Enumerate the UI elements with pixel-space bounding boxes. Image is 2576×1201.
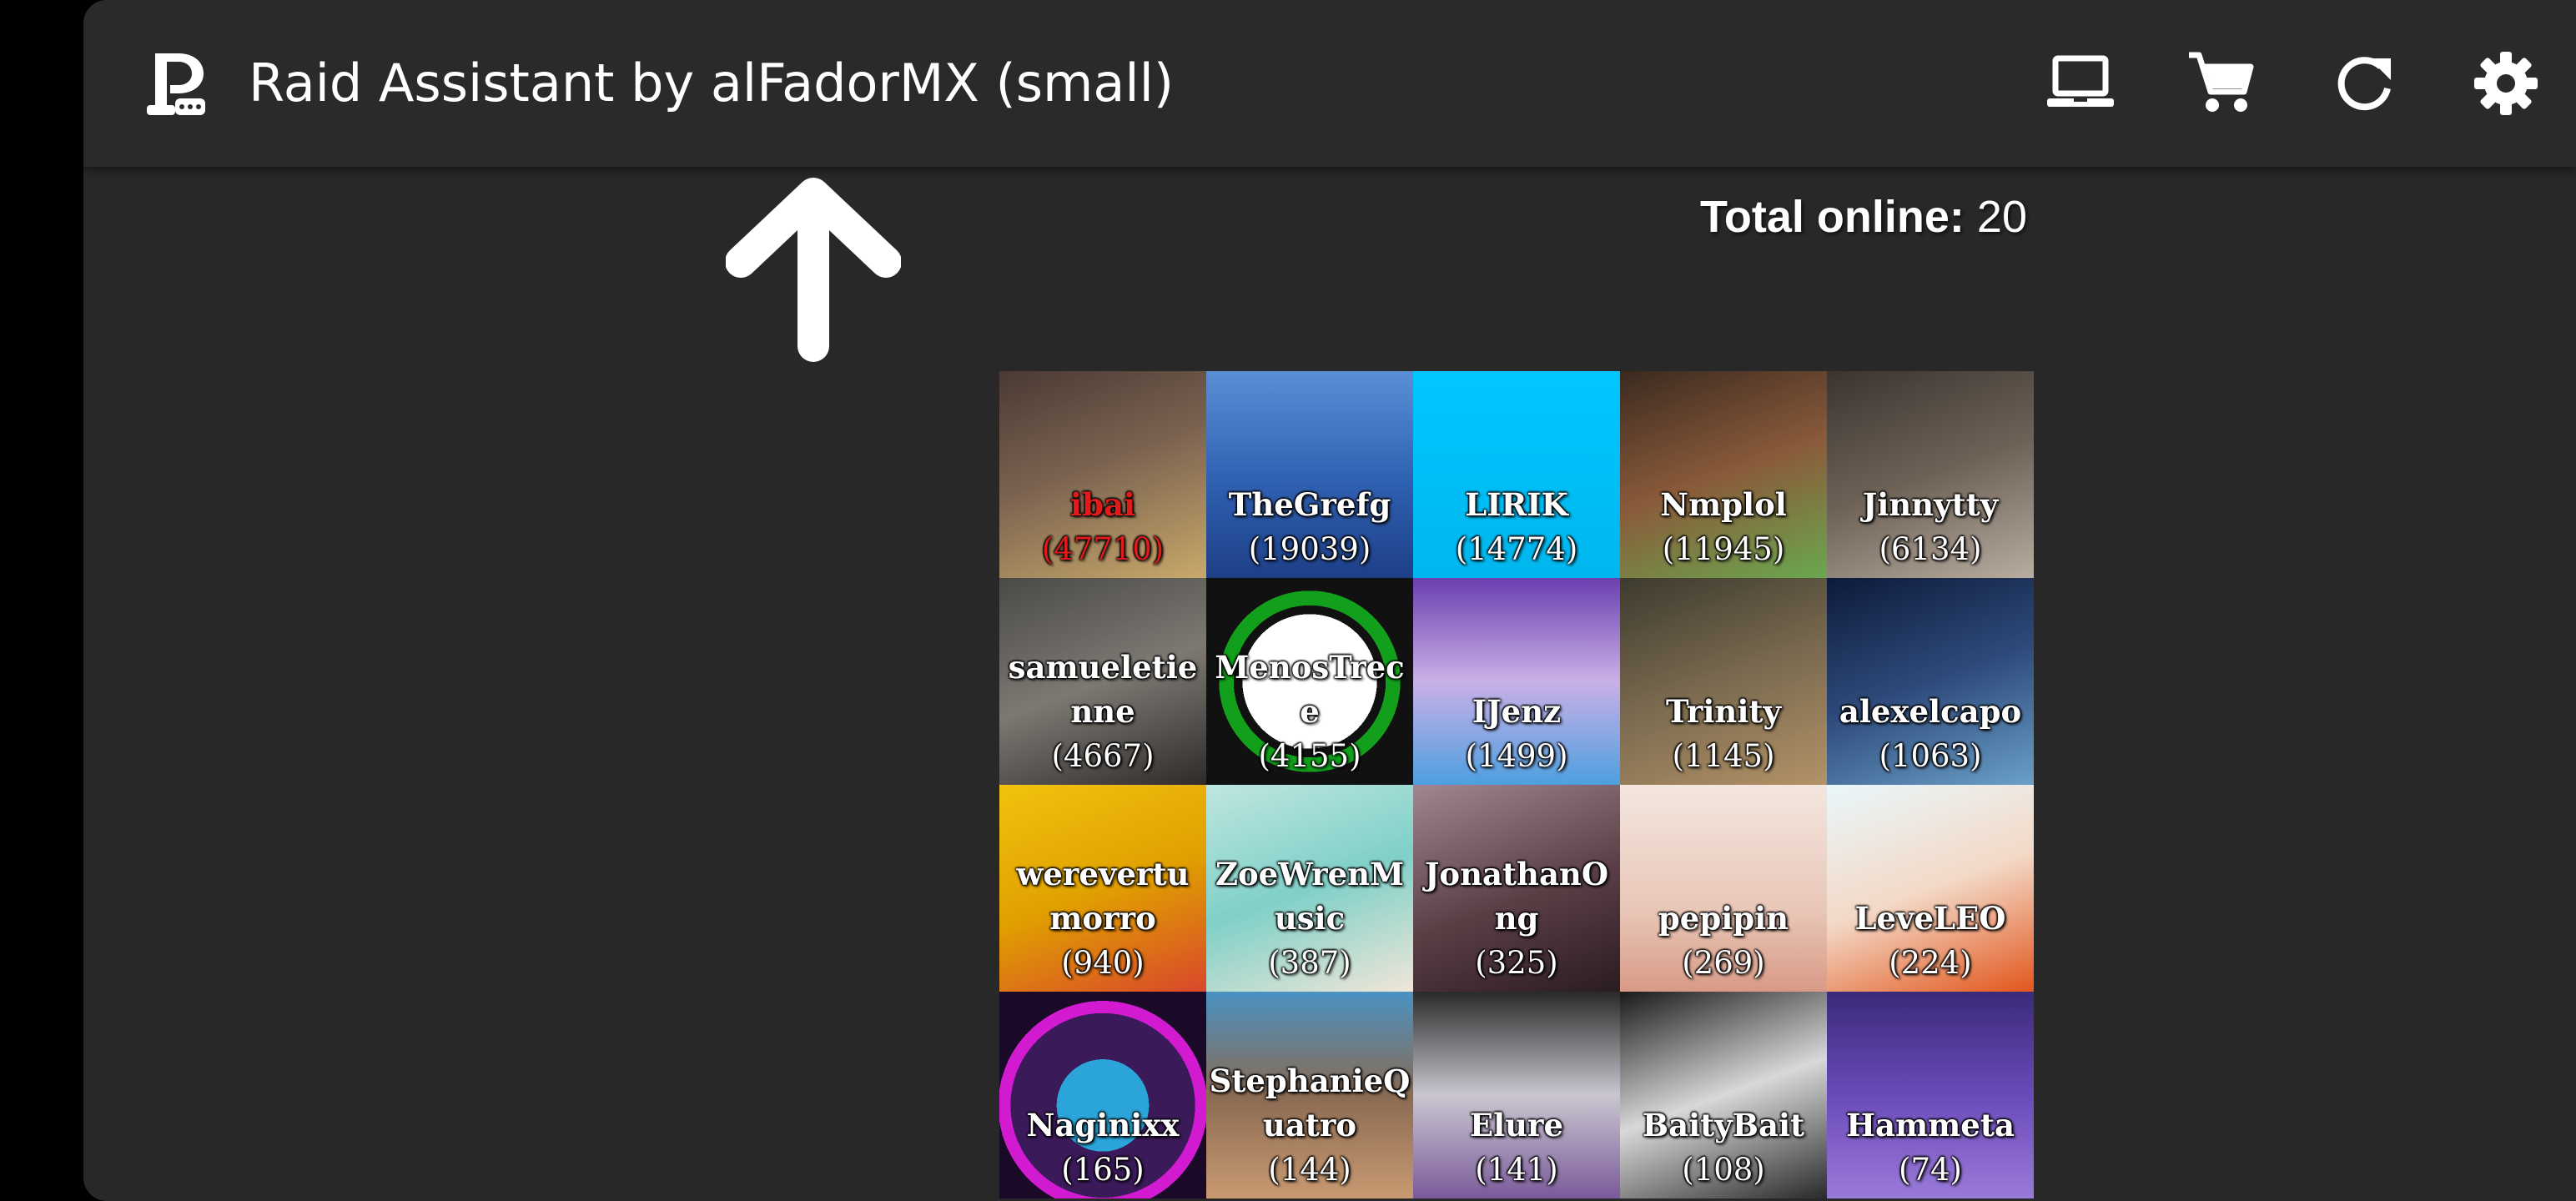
streamer-grid: ibai (47710) TheGrefg (19039) LIRIK (14774) Nm…: [999, 371, 2034, 1198]
streamer-caption: LIRIK (14774): [1413, 483, 1620, 571]
streamer-tile[interactable]: StephanieQuatro (144): [1206, 992, 1413, 1198]
up-arrow-icon: [725, 175, 902, 363]
streamer-name: pepipin: [1658, 900, 1789, 937]
streamer-tile[interactable]: werevertumorro (940): [999, 785, 1206, 992]
streamer-viewer-count: (387): [1268, 945, 1351, 981]
streamer-viewer-count: (325): [1475, 945, 1558, 981]
shopping-cart-icon[interactable]: [2184, 47, 2257, 120]
streamer-viewer-count: (47710): [1041, 531, 1165, 567]
streamer-tile[interactable]: TheGrefg (19039): [1206, 371, 1413, 578]
streamer-caption: pepipin (269): [1620, 897, 1827, 985]
streamer-caption: StephanieQuatro (144): [1206, 1059, 1413, 1192]
streamer-name: IJenz: [1472, 693, 1562, 730]
streamer-tile[interactable]: Nmplol (11945): [1620, 371, 1827, 578]
streamer-name: TheGrefg: [1228, 486, 1391, 523]
streamer-viewer-count: (4667): [1051, 738, 1155, 774]
streamer-tile[interactable]: Naginixx (165): [999, 992, 1206, 1198]
streamer-caption: Nmplol (11945): [1620, 483, 1827, 571]
streamer-viewer-count: (74): [1899, 1152, 1962, 1188]
streamer-tile[interactable]: Hammeta (74): [1827, 992, 2034, 1198]
streamer-name: Trinity: [1666, 693, 1781, 730]
streamer-caption: MenosTrece (4155): [1206, 646, 1413, 778]
streamer-viewer-count: (6134): [1879, 531, 1982, 567]
streamer-name: StephanieQuatro: [1209, 1063, 1411, 1143]
streamer-name: Hammeta: [1846, 1107, 2015, 1143]
streamer-caption: alexelcapo (1063): [1827, 690, 2034, 778]
app-title: Raid Assistant by alFadorMX (small): [249, 53, 1175, 113]
streamer-tile[interactable]: MenosTrece (4155): [1206, 578, 1413, 785]
streamer-caption: Hammeta (74): [1827, 1103, 2034, 1192]
total-online-label: Total online:: [1699, 192, 1965, 242]
streamer-viewer-count: (11945): [1662, 531, 1785, 567]
streamer-viewer-count: (1063): [1879, 738, 1982, 774]
streamer-caption: TheGrefg (19039): [1206, 483, 1413, 571]
streamer-name: JonathanOng: [1424, 856, 1609, 937]
streamer-viewer-count: (940): [1061, 945, 1145, 981]
streamer-viewer-count: (108): [1682, 1152, 1765, 1188]
streamer-name: ZoeWrenMusic: [1215, 856, 1404, 937]
laptop-icon[interactable]: [2044, 47, 2117, 120]
streamer-name: BaityBait: [1642, 1107, 1805, 1143]
streamer-tile[interactable]: LIRIK (14774): [1413, 371, 1620, 578]
app-logo-icon: [142, 47, 209, 120]
streamer-caption: ZoeWrenMusic (387): [1206, 852, 1413, 985]
streamer-tile[interactable]: LeveLEO (224): [1827, 785, 2034, 992]
streamer-caption: Jinnytty (6134): [1827, 483, 2034, 571]
streamer-caption: samueletienne (4667): [999, 646, 1206, 778]
streamer-name: Naginixx: [1026, 1107, 1180, 1143]
streamer-caption: JonathanOng (325): [1413, 852, 1620, 985]
streamer-name: Elure: [1469, 1107, 1564, 1143]
streamer-tile[interactable]: BaityBait (108): [1620, 992, 1827, 1198]
streamer-name: alexelcapo: [1839, 693, 2022, 730]
streamer-viewer-count: (14774): [1455, 531, 1578, 567]
streamer-viewer-count: (19039): [1248, 531, 1371, 567]
streamer-tile[interactable]: pepipin (269): [1620, 785, 1827, 992]
streamer-name: Jinnytty: [1862, 486, 1999, 523]
streamer-tile[interactable]: alexelcapo (1063): [1827, 578, 2034, 785]
streamer-viewer-count: (141): [1475, 1152, 1558, 1188]
top-app-bar: Raid Assistant by alFadorMX (small): [83, 0, 2576, 167]
streamer-name: Nmplol: [1660, 486, 1787, 523]
streamer-tile[interactable]: ibai (47710): [999, 371, 1206, 578]
streamer-caption: BaityBait (108): [1620, 1103, 1827, 1192]
streamer-caption: ibai (47710): [999, 483, 1206, 571]
streamer-caption: Naginixx (165): [999, 1103, 1206, 1192]
streamer-caption: Elure (141): [1413, 1103, 1620, 1192]
app-window: Raid Assistant by alFadorMX (small) Tota…: [83, 0, 2576, 1201]
streamer-caption: IJenz (1499): [1413, 690, 1620, 778]
streamer-name: samueletienne: [1008, 649, 1198, 730]
streamer-viewer-count: (144): [1268, 1152, 1351, 1188]
streamer-name: LIRIK: [1465, 486, 1568, 523]
streamer-viewer-count: (269): [1682, 945, 1765, 981]
streamer-caption: Trinity (1145): [1620, 690, 1827, 778]
streamer-viewer-count: (165): [1061, 1152, 1145, 1188]
streamer-tile[interactable]: JonathanOng (325): [1413, 785, 1620, 992]
refresh-icon[interactable]: [2327, 47, 2401, 120]
streamer-name: MenosTrece: [1215, 649, 1405, 730]
settings-gear-icon[interactable]: [2469, 47, 2543, 120]
streamer-viewer-count: (224): [1889, 945, 1972, 981]
total-online-counter: Total online: 20: [1635, 187, 2027, 247]
streamer-tile[interactable]: ZoeWrenMusic (387): [1206, 785, 1413, 992]
streamer-name: LeveLEO: [1854, 900, 2006, 937]
streamer-tile[interactable]: Trinity (1145): [1620, 578, 1827, 785]
streamer-tile[interactable]: Jinnytty (6134): [1827, 371, 2034, 578]
streamer-caption: werevertumorro (940): [999, 852, 1206, 985]
streamer-name: werevertumorro: [1016, 856, 1190, 937]
streamer-viewer-count: (1499): [1465, 738, 1568, 774]
streamer-viewer-count: (1145): [1672, 738, 1775, 774]
streamer-tile[interactable]: IJenz (1499): [1413, 578, 1620, 785]
streamer-name: ibai: [1070, 486, 1135, 523]
streamer-caption: LeveLEO (224): [1827, 897, 2034, 985]
streamer-viewer-count: (4155): [1258, 738, 1361, 774]
streamer-tile[interactable]: Elure (141): [1413, 992, 1620, 1198]
streamer-tile[interactable]: samueletienne (4667): [999, 578, 1206, 785]
total-online-value: 20: [1976, 192, 2027, 242]
